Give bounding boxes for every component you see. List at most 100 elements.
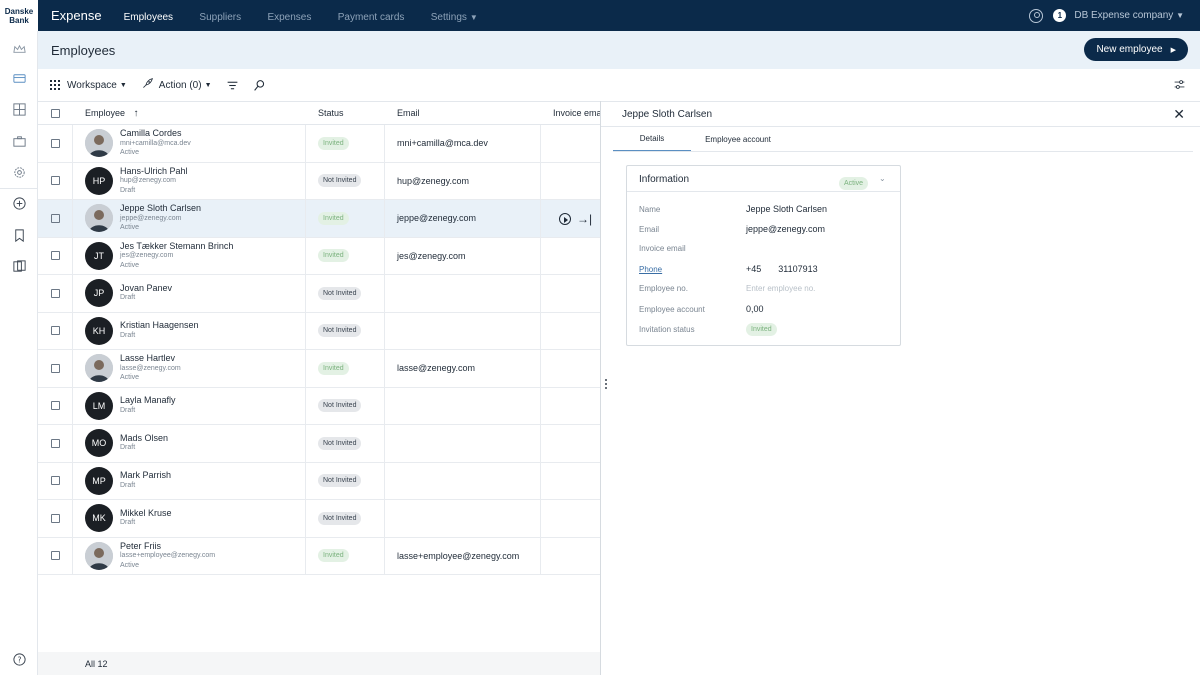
status-cell: Invited — [306, 125, 385, 162]
brand-logo[interactable]: Danske Bank — [0, 0, 38, 31]
row-checkbox[interactable] — [50, 551, 60, 561]
employee-state: Draft — [120, 444, 136, 452]
information-title: Information — [639, 174, 690, 185]
employee-state: Draft — [120, 406, 136, 414]
new-employee-button[interactable]: New employee ▶ — [1084, 38, 1188, 61]
filter-icon[interactable] — [226, 79, 239, 92]
table-row[interactable]: Jeppe Sloth Carlsen jeppe@zenegy.com Activ… — [38, 200, 600, 238]
bookmark-icon[interactable] — [11, 227, 27, 243]
table-row[interactable]: KH Kristian Haagensen Draft Not Invited — [38, 312, 600, 350]
table-row[interactable]: MK Mikkel Kruse Draft Not Invited — [38, 500, 600, 538]
employee-cell[interactable]: MP Mark Parrish Draft — [73, 462, 306, 499]
phone-label[interactable]: Phone — [639, 265, 746, 274]
employee-cell[interactable]: JT Jes Tækker Stemann Brinch jes@zenegy.co… — [73, 237, 306, 274]
select-all-checkbox[interactable] — [51, 108, 60, 118]
row-checkbox[interactable] — [50, 138, 60, 148]
nav-employees[interactable]: Employees — [124, 12, 173, 23]
play-circle-icon[interactable] — [559, 213, 571, 225]
employee-cell[interactable]: HP Hans-Ulrich Pahl hup@zenegy.com Draft — [73, 162, 306, 199]
column-header-email[interactable]: Email — [385, 108, 541, 118]
email-cell — [385, 425, 541, 462]
employee-cell[interactable]: Lasse Hartlev lasse@zenegy.com Active — [73, 350, 306, 387]
employee-email: lasse@zenegy.com — [120, 364, 181, 372]
column-header-employee[interactable]: Employee ↑ — [73, 108, 306, 119]
documents-icon[interactable] — [11, 258, 27, 274]
column-header-invoice-email[interactable]: Invoice email — [541, 108, 600, 118]
row-checkbox[interactable] — [50, 176, 60, 186]
table-row[interactable]: JP Jovan Panev Draft Not Invited — [38, 275, 600, 313]
row-checkbox[interactable] — [50, 476, 60, 486]
calculator-icon[interactable] — [11, 101, 27, 117]
crown-icon[interactable] — [11, 41, 27, 57]
card-icon[interactable] — [11, 70, 27, 86]
employee-cell[interactable]: Camilla Cordes mni+camilla@mca.dev Active — [73, 125, 306, 162]
employee-cell[interactable]: Peter Friis lasse+employee@zenegy.com Acti… — [73, 537, 306, 574]
table-row[interactable]: Peter Friis lasse+employee@zenegy.com Acti… — [38, 537, 600, 575]
table-row[interactable]: LM Layla Manafly Draft Not Invited — [38, 387, 600, 425]
action-menu[interactable]: Action (0) ▼ — [141, 77, 212, 93]
row-checkbox[interactable] — [50, 288, 60, 298]
status-cell: Invited — [306, 350, 385, 387]
phone-value[interactable]: 31107913 — [778, 264, 817, 274]
name-value[interactable]: Jeppe Sloth Carlsen — [746, 204, 827, 214]
employee-cell[interactable]: KH Kristian Haagensen Draft — [73, 312, 306, 349]
workspace-label: Workspace — [67, 79, 117, 91]
employee-cell[interactable]: MO Mads Olsen Draft — [73, 425, 306, 462]
employee-name: Lasse Hartlev — [120, 353, 176, 363]
employees-table: Employee ↑ Status Email Invoice email Ca… — [38, 101, 600, 675]
user-icon[interactable] — [1029, 8, 1044, 23]
table-row[interactable]: MP Mark Parrish Draft Not Invited — [38, 462, 600, 500]
chevron-down-icon: ▼ — [469, 12, 478, 22]
employee-cell[interactable]: LM Layla Manafly Draft — [73, 387, 306, 424]
resize-handle[interactable] — [605, 379, 607, 391]
employee-cell[interactable]: JP Jovan Panev Draft — [73, 275, 306, 312]
email-value[interactable]: jeppe@zenegy.com — [746, 224, 825, 234]
table-row[interactable]: Camilla Cordes mni+camilla@mca.dev Active I… — [38, 125, 600, 163]
nav-expenses[interactable]: Expenses — [267, 12, 311, 23]
row-checkbox[interactable] — [50, 401, 60, 411]
row-checkbox[interactable] — [50, 513, 60, 523]
help-icon[interactable]: ? — [11, 651, 27, 667]
add-circle-icon[interactable] — [11, 195, 27, 211]
chevron-down-icon[interactable]: ⌄ — [879, 174, 886, 183]
table-row[interactable]: JT Jes Tækker Stemann Brinch jes@zenegy.co… — [38, 237, 600, 275]
row-checkbox[interactable] — [50, 326, 60, 336]
status-badge: Not Invited — [318, 286, 362, 300]
employee-no-input[interactable]: Enter employee no. — [746, 284, 815, 293]
workspace-menu[interactable]: Workspace ▼ — [50, 80, 127, 91]
row-checkbox[interactable] — [50, 363, 60, 373]
app-title[interactable]: Expense — [51, 8, 102, 23]
table-header: Employee ↑ Status Email Invoice email — [38, 102, 600, 125]
email-cell — [385, 500, 541, 537]
gear-icon[interactable] — [11, 164, 27, 180]
employee-name: Mark Parrish — [120, 470, 172, 481]
phone-prefix[interactable]: +45 — [746, 264, 761, 274]
table-row[interactable]: MO Mads Olsen Draft Not Invited — [38, 425, 600, 463]
tab-employee-account[interactable]: Employee account — [691, 127, 785, 151]
briefcase-icon[interactable] — [11, 133, 27, 149]
nav-suppliers[interactable]: Suppliers — [199, 12, 241, 23]
avatar: JP — [85, 279, 113, 308]
table-row[interactable]: Lasse Hartlev lasse@zenegy.com Active Invit… — [38, 350, 600, 388]
employee-cell[interactable]: MK Mikkel Kruse Draft — [73, 500, 306, 537]
close-icon[interactable]: ✕ — [1173, 107, 1185, 121]
search-icon[interactable] — [253, 79, 266, 92]
nav-settings[interactable]: Settings ▼ — [431, 12, 478, 23]
row-checkbox[interactable] — [50, 438, 60, 448]
field-invitation-status: Invitation status Invited — [639, 323, 894, 336]
page-header: Employees New employee ▶ — [38, 31, 1200, 69]
employee-cell[interactable]: Jeppe Sloth Carlsen jeppe@zenegy.com Activ… — [73, 200, 306, 237]
row-checkbox[interactable] — [50, 213, 60, 223]
tab-details[interactable]: Details — [613, 127, 691, 151]
table-row[interactable]: HP Hans-Ulrich Pahl hup@zenegy.com Draft Not… — [38, 162, 600, 200]
settings-sliders-icon[interactable] — [1173, 78, 1186, 94]
email-cell: lasse@zenegy.com — [385, 350, 541, 387]
nav-settings-label: Settings — [430, 11, 467, 23]
nav-payment-cards[interactable]: Payment cards — [338, 12, 405, 23]
row-checkbox[interactable] — [50, 251, 60, 261]
open-panel-icon[interactable]: →| — [577, 212, 592, 226]
company-selector[interactable]: DB Expense company ▼ — [1074, 10, 1184, 21]
email-cell — [385, 312, 541, 349]
column-header-status[interactable]: Status — [306, 108, 385, 118]
notification-badge[interactable]: 1 — [1053, 9, 1067, 22]
